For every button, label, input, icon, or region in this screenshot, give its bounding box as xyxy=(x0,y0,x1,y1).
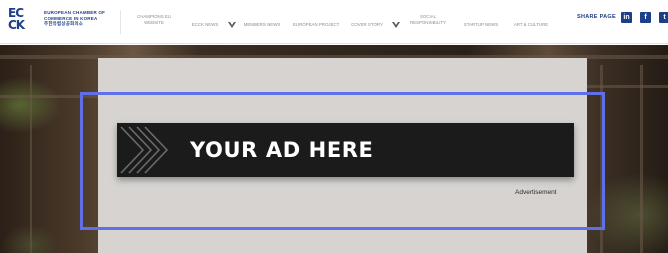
site-header: EC CK EUROPEAN CHAMBER OF COMMERCE IN KO… xyxy=(0,0,668,44)
nav-item-social-responsibility[interactable]: SOCIAL RESPONSIBILITY xyxy=(406,14,450,25)
nav-label-line: STARTUP NEWS xyxy=(463,22,499,27)
nav-label-line: WEBSITE xyxy=(144,19,164,25)
chevron-down-icon[interactable] xyxy=(228,22,236,28)
nav-label-line: EUROPEAN PROJECT xyxy=(293,22,340,27)
hero-beam xyxy=(0,95,98,98)
hero-beam xyxy=(30,65,32,253)
facebook-icon[interactable]: f xyxy=(640,12,651,23)
ecck-logo[interactable]: EC CK EUROPEAN CHAMBER OF COMMERCE IN KO… xyxy=(8,7,112,37)
nav-item-art-culture[interactable]: ART & CULTURE xyxy=(512,22,550,28)
logo-text-line: 주한유럽상공회의소 xyxy=(44,21,84,27)
twitter-icon[interactable]: t xyxy=(659,12,668,23)
nav-label-line: ART & CULTURE xyxy=(513,22,549,27)
hero-beam xyxy=(600,65,603,253)
nav-label-line: MEMBERS NEWS xyxy=(243,22,281,27)
nav-label-line: COVER STORY xyxy=(351,22,383,27)
nav-item-startup-news[interactable]: STARTUP NEWS xyxy=(462,22,500,28)
nav-item-members-news[interactable]: MEMBERS NEWS xyxy=(242,22,282,28)
nav-item-ecck-news[interactable]: ECCK NEWS xyxy=(188,22,222,28)
logo-wordmark: EUROPEAN CHAMBER OF COMMERCE IN KOREA 주한… xyxy=(44,10,116,27)
linkedin-icon[interactable]: in xyxy=(621,12,632,23)
ad-headline: YOUR AD HERE xyxy=(190,138,374,162)
advertisement-label: Advertisement xyxy=(515,189,557,196)
nav-label-line: RESPONSIBILITY xyxy=(409,19,447,25)
chevrons-graphic xyxy=(120,126,169,174)
chevron-down-icon[interactable] xyxy=(392,22,400,28)
share-page-label: SHARE PAGE xyxy=(577,14,616,20)
hero-beam xyxy=(640,65,643,253)
nav-item-cover-story[interactable]: COVER STORY xyxy=(349,22,385,28)
nav-item-european-project[interactable]: EUROPEAN PROJECT xyxy=(293,22,339,28)
logo-mark-line: CK xyxy=(8,18,25,32)
nav-label-line: CHAMPIONS EU xyxy=(137,14,171,19)
nav-divider xyxy=(120,10,121,34)
ecck-logo-mark: EC CK xyxy=(8,7,34,37)
nav-item-champions-eu[interactable]: CHAMPIONS EU WEBSITE xyxy=(133,14,175,25)
nav-label-line: ECCK NEWS xyxy=(191,22,219,27)
ad-banner[interactable]: YOUR AD HERE xyxy=(117,123,574,177)
